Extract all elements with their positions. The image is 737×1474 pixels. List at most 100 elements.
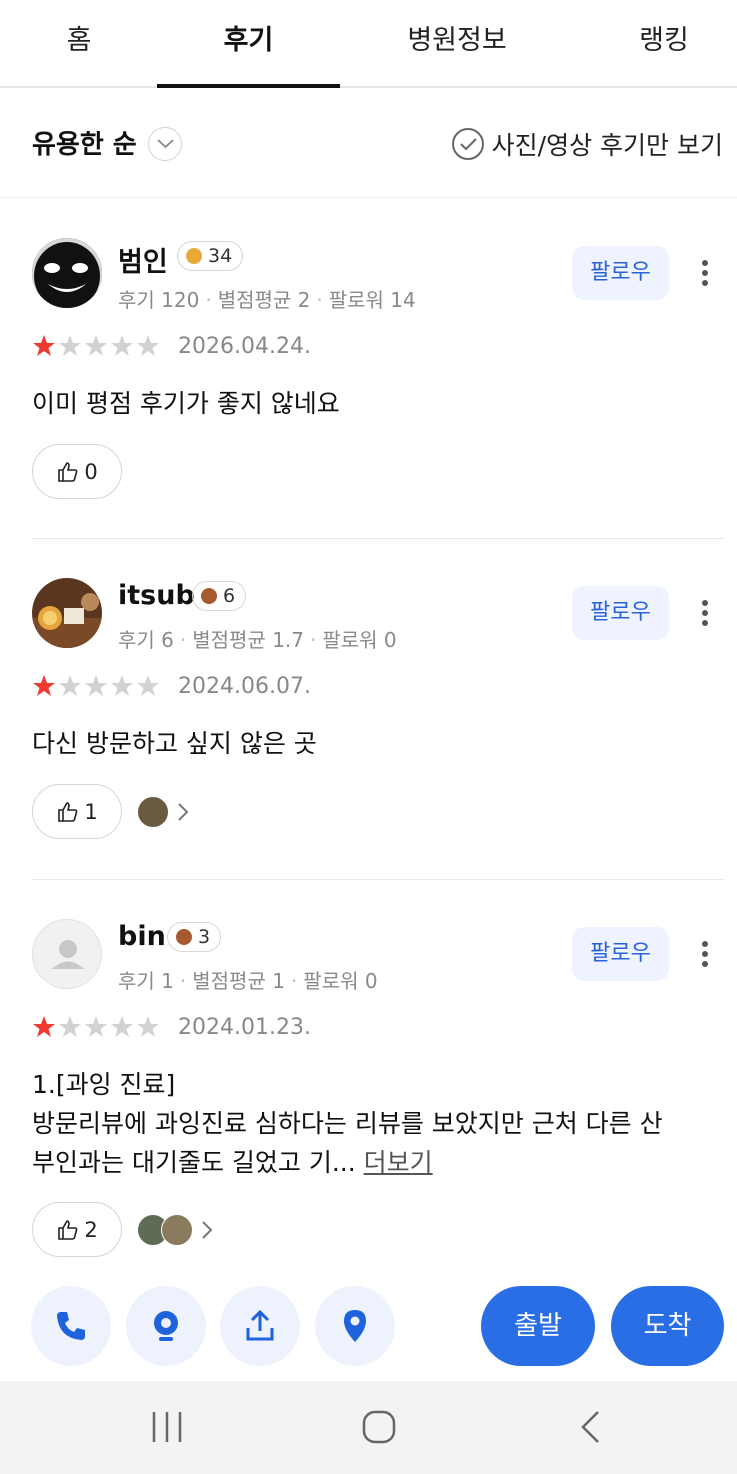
star-icon <box>111 675 133 696</box>
review-text-line: 부인과는 대기줄도 길었고 기... <box>32 1148 356 1177</box>
avatar[interactable] <box>32 919 102 989</box>
review-item: 범인 34 후기 120 · 별점평균 2 · 팔로워 14 팔로우 2026.04.2… <box>0 238 737 538</box>
level-badge: 34 <box>177 241 244 271</box>
rating-average: 별점평균 1.7 <box>192 628 305 652</box>
sort-dropdown-label[interactable]: 유용한 순 <box>32 124 137 161</box>
photo-review-filter[interactable]: 사진/영상 후기만 보기 <box>451 126 723 162</box>
reviewer-name[interactable]: itsub <box>118 580 195 611</box>
star-icon <box>85 335 107 356</box>
star-icon <box>33 675 55 696</box>
like-button[interactable]: 0 <box>32 444 122 499</box>
review-text-line: 방문리뷰에 과잉진료 심하다는 리뷰를 보았지만 근처 다른 산 <box>32 1109 663 1138</box>
bronze-level-badge-icon <box>201 588 217 604</box>
phone-icon <box>57 1312 85 1340</box>
follower-count: 팔로워 14 <box>328 288 416 312</box>
avatar[interactable] <box>32 578 102 648</box>
reviews-screen: 홈 후기 병원정보 랭킹 유용한 순 사진/영상 후기만 보기 범인 34 후기… <box>0 0 737 1474</box>
back-icon[interactable] <box>578 1409 604 1445</box>
review-text: 다신 방문하고 싶지 않은 곳 <box>32 729 317 758</box>
tab-hospital-info[interactable]: 병원정보 <box>392 0 522 88</box>
reviewer-name[interactable]: bin <box>118 921 166 952</box>
star-icon <box>137 1016 159 1037</box>
like-count: 2 <box>84 1217 98 1242</box>
tab-reviews[interactable]: 후기 <box>157 0 340 88</box>
chevron-right-icon <box>202 1221 213 1239</box>
more-options-icon[interactable] <box>694 252 716 292</box>
rating-average: 별점평균 2 <box>217 288 311 312</box>
thumbs-up-icon <box>58 461 78 482</box>
navigation-button[interactable] <box>126 1286 206 1366</box>
tab-bar: 홈 후기 병원정보 랭킹 <box>0 0 737 88</box>
level-badge: 3 <box>167 922 222 952</box>
arrive-button[interactable]: 도착 <box>611 1286 724 1366</box>
follow-button[interactable]: 팔로우 <box>572 927 669 981</box>
thumbs-up-icon <box>58 1219 78 1240</box>
review-count: 후기 1 <box>118 969 174 993</box>
divider <box>32 879 724 880</box>
review-text: 1.[과잉 진료] 방문리뷰에 과잉진료 심하다는 리뷰를 보았지만 근처 다른… <box>32 1065 663 1182</box>
thumbs-up-icon <box>58 801 78 822</box>
rating-average: 별점평균 1 <box>192 969 285 993</box>
tab-ranking[interactable]: 랭킹 <box>620 0 708 88</box>
review-date: 2024.01.23. <box>178 1015 311 1040</box>
photo-thumbnails[interactable] <box>137 796 189 828</box>
star-icon <box>59 675 81 696</box>
badge-count: 3 <box>198 926 211 948</box>
chevron-right-icon <box>178 803 189 821</box>
star-icon <box>59 335 81 356</box>
star-icon <box>137 675 159 696</box>
avatar[interactable] <box>32 238 102 308</box>
read-more-link[interactable]: 더보기 <box>364 1148 433 1177</box>
star-icon <box>59 1016 81 1037</box>
more-options-icon[interactable] <box>694 592 716 632</box>
share-icon <box>246 1309 274 1341</box>
depart-button[interactable]: 출발 <box>481 1286 595 1366</box>
reviewer-name[interactable]: 범인 <box>118 240 168 279</box>
like-button[interactable]: 2 <box>32 1202 122 1257</box>
location-pin-icon <box>344 1310 366 1342</box>
reviewer-stats: 후기 6 · 별점평균 1.7 · 팔로워 0 <box>118 628 397 652</box>
review-item: bin 3 후기 1 · 별점평균 1 · 팔로워 0 팔로우 2024.01.23. … <box>0 919 737 1279</box>
reviewer-stats: 후기 120 · 별점평균 2 · 팔로워 14 <box>118 288 416 312</box>
active-tab-indicator <box>157 84 340 88</box>
star-icon <box>33 1016 55 1037</box>
photo-filter-label: 사진/영상 후기만 보기 <box>491 131 723 160</box>
recent-apps-icon[interactable] <box>150 1409 184 1445</box>
star-icon <box>137 335 159 356</box>
system-navigation-bar <box>0 1381 737 1474</box>
tab-home[interactable]: 홈 <box>40 0 118 88</box>
sort-bar: 유용한 순 사진/영상 후기만 보기 <box>0 90 737 198</box>
more-options-icon[interactable] <box>694 933 716 973</box>
reviewer-stats: 후기 1 · 별점평균 1 · 팔로워 0 <box>118 969 378 993</box>
like-button[interactable]: 1 <box>32 784 122 839</box>
check-circle-icon <box>451 128 484 160</box>
badge-count: 34 <box>208 245 233 267</box>
call-button[interactable] <box>31 1286 111 1366</box>
divider <box>32 538 724 539</box>
photo-thumbnail[interactable] <box>161 1214 193 1246</box>
star-icon <box>85 675 107 696</box>
home-icon[interactable] <box>361 1409 397 1445</box>
star-icon <box>111 1016 133 1037</box>
review-text: 이미 평점 후기가 좋지 않네요 <box>32 389 340 418</box>
gold-level-badge-icon <box>186 248 202 264</box>
star-rating <box>32 334 160 358</box>
location-button[interactable] <box>315 1286 395 1366</box>
follower-count: 팔로워 0 <box>322 628 397 652</box>
follow-button[interactable]: 팔로우 <box>572 246 669 300</box>
review-text-line: 1.[과잉 진료] <box>32 1070 176 1099</box>
photo-thumbnail[interactable] <box>137 796 169 828</box>
chevron-down-icon[interactable] <box>148 127 182 161</box>
review-date: 2026.04.24. <box>178 334 311 359</box>
follow-button[interactable]: 팔로우 <box>572 586 669 640</box>
photo-thumbnails[interactable] <box>137 1214 213 1246</box>
share-button[interactable] <box>220 1286 300 1366</box>
navigation-icon <box>154 1311 178 1341</box>
level-badge: 6 <box>192 581 247 611</box>
badge-count: 6 <box>223 585 236 607</box>
star-rating <box>32 674 160 698</box>
star-icon <box>111 335 133 356</box>
review-item: itsub 6 후기 6 · 별점평균 1.7 · 팔로워 0 팔로우 2024.06.… <box>0 578 737 878</box>
follower-count: 팔로워 0 <box>303 969 378 993</box>
like-count: 0 <box>84 459 98 484</box>
